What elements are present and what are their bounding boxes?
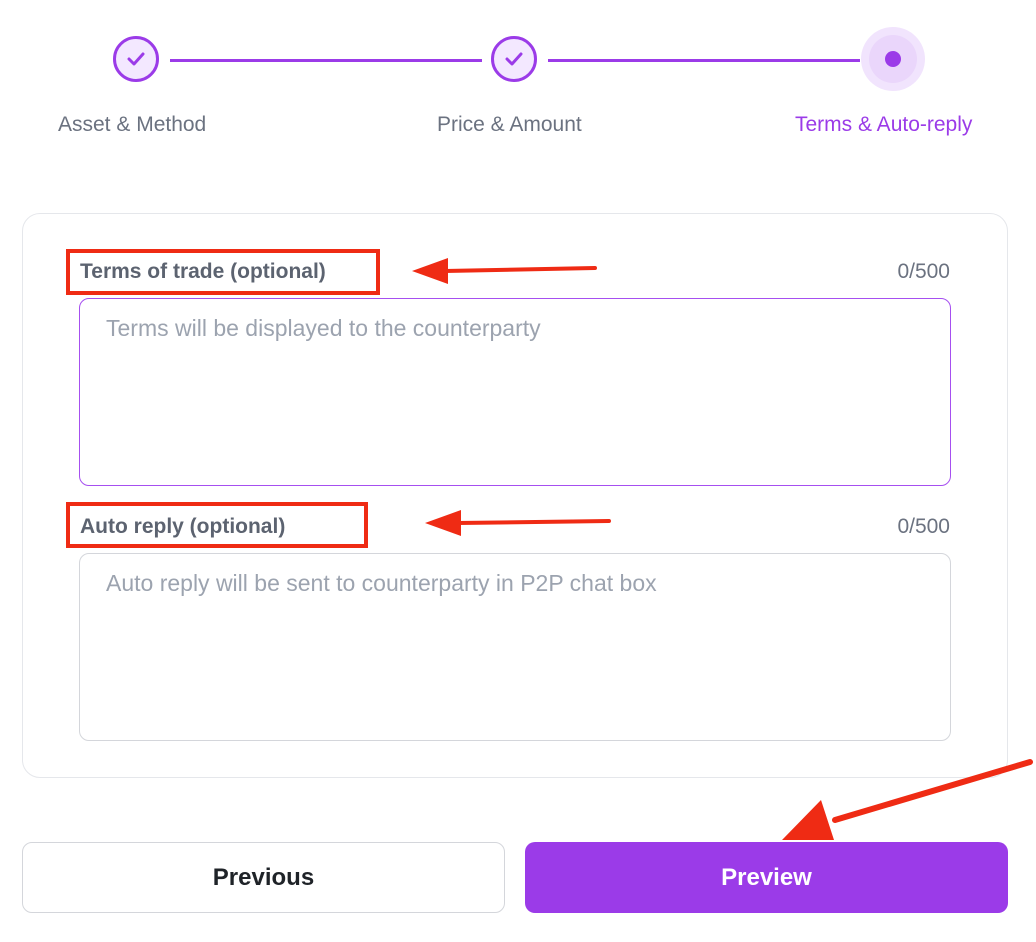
step-3-label: Terms & Auto-reply: [795, 113, 973, 136]
auto-reply-textarea[interactable]: Auto reply will be sent to counterparty …: [79, 553, 951, 741]
progress-stepper: Asset & Method Price & Amount Terms & Au…: [0, 0, 1036, 160]
step-1-label: Asset & Method: [58, 113, 207, 136]
preview-button[interactable]: Preview: [525, 842, 1008, 913]
previous-button[interactable]: Previous: [22, 842, 505, 913]
auto-reply-char-counter: 0/500: [897, 515, 950, 538]
checkmark-icon: [127, 52, 145, 66]
step-3-active-dot-icon: [885, 51, 901, 67]
step-connector-1: [170, 59, 482, 62]
terms-char-counter: 0/500: [897, 260, 950, 283]
step-1-complete-indicator: [113, 36, 159, 82]
step-2-label: Price & Amount: [437, 113, 582, 136]
terms-of-trade-textarea[interactable]: Terms will be displayed to the counterpa…: [79, 298, 951, 486]
auto-reply-label-highlight-box: [66, 502, 368, 548]
step-2-complete-indicator: [491, 36, 537, 82]
step-connector-2: [548, 59, 860, 62]
terms-label-highlight-box: [66, 249, 380, 295]
checkmark-icon: [505, 52, 523, 66]
